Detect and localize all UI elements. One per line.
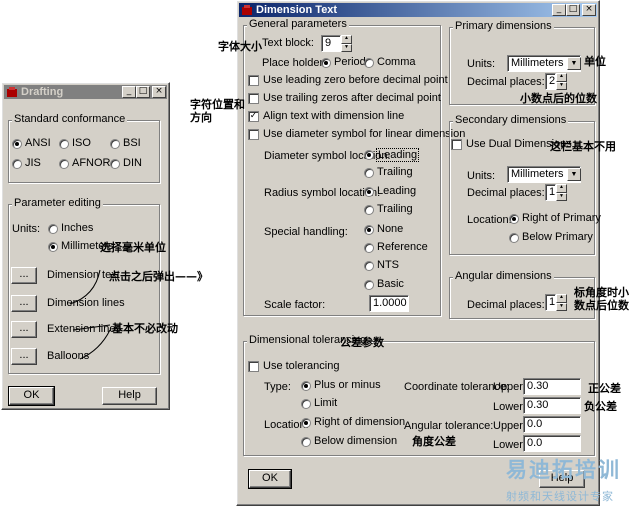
watermark-subtitle: 射频和天线设计专家: [506, 490, 614, 503]
watermark-brand: 易迪拓培训: [506, 458, 621, 482]
annotation-negative-tol: 负公差: [584, 400, 617, 413]
annotation-choose-mm: 选择毫米单位: [100, 241, 166, 254]
annotation-tolerance-params: 公差参数: [340, 336, 384, 349]
annotation-popup: 点击之后弹出——》: [109, 270, 208, 283]
annotation-no-change: 基本不必改动: [112, 322, 178, 335]
annotation-positive-tol: 正公差: [588, 382, 621, 395]
annotation-not-used: 这栏基本不用: [550, 140, 616, 153]
annotation-angle-tol: 角度公差: [412, 435, 456, 448]
annotation-char-pos-2: 方向: [190, 111, 212, 124]
annotation-arrows: [69, 269, 111, 360]
annotation-angle-decimal-2: 数点后位数: [574, 299, 629, 312]
annotation-font-size: 字体大小: [218, 40, 262, 53]
annotation-decimal-places: 小数点后的位数: [520, 92, 597, 105]
annotation-unit: 单位: [584, 55, 606, 68]
